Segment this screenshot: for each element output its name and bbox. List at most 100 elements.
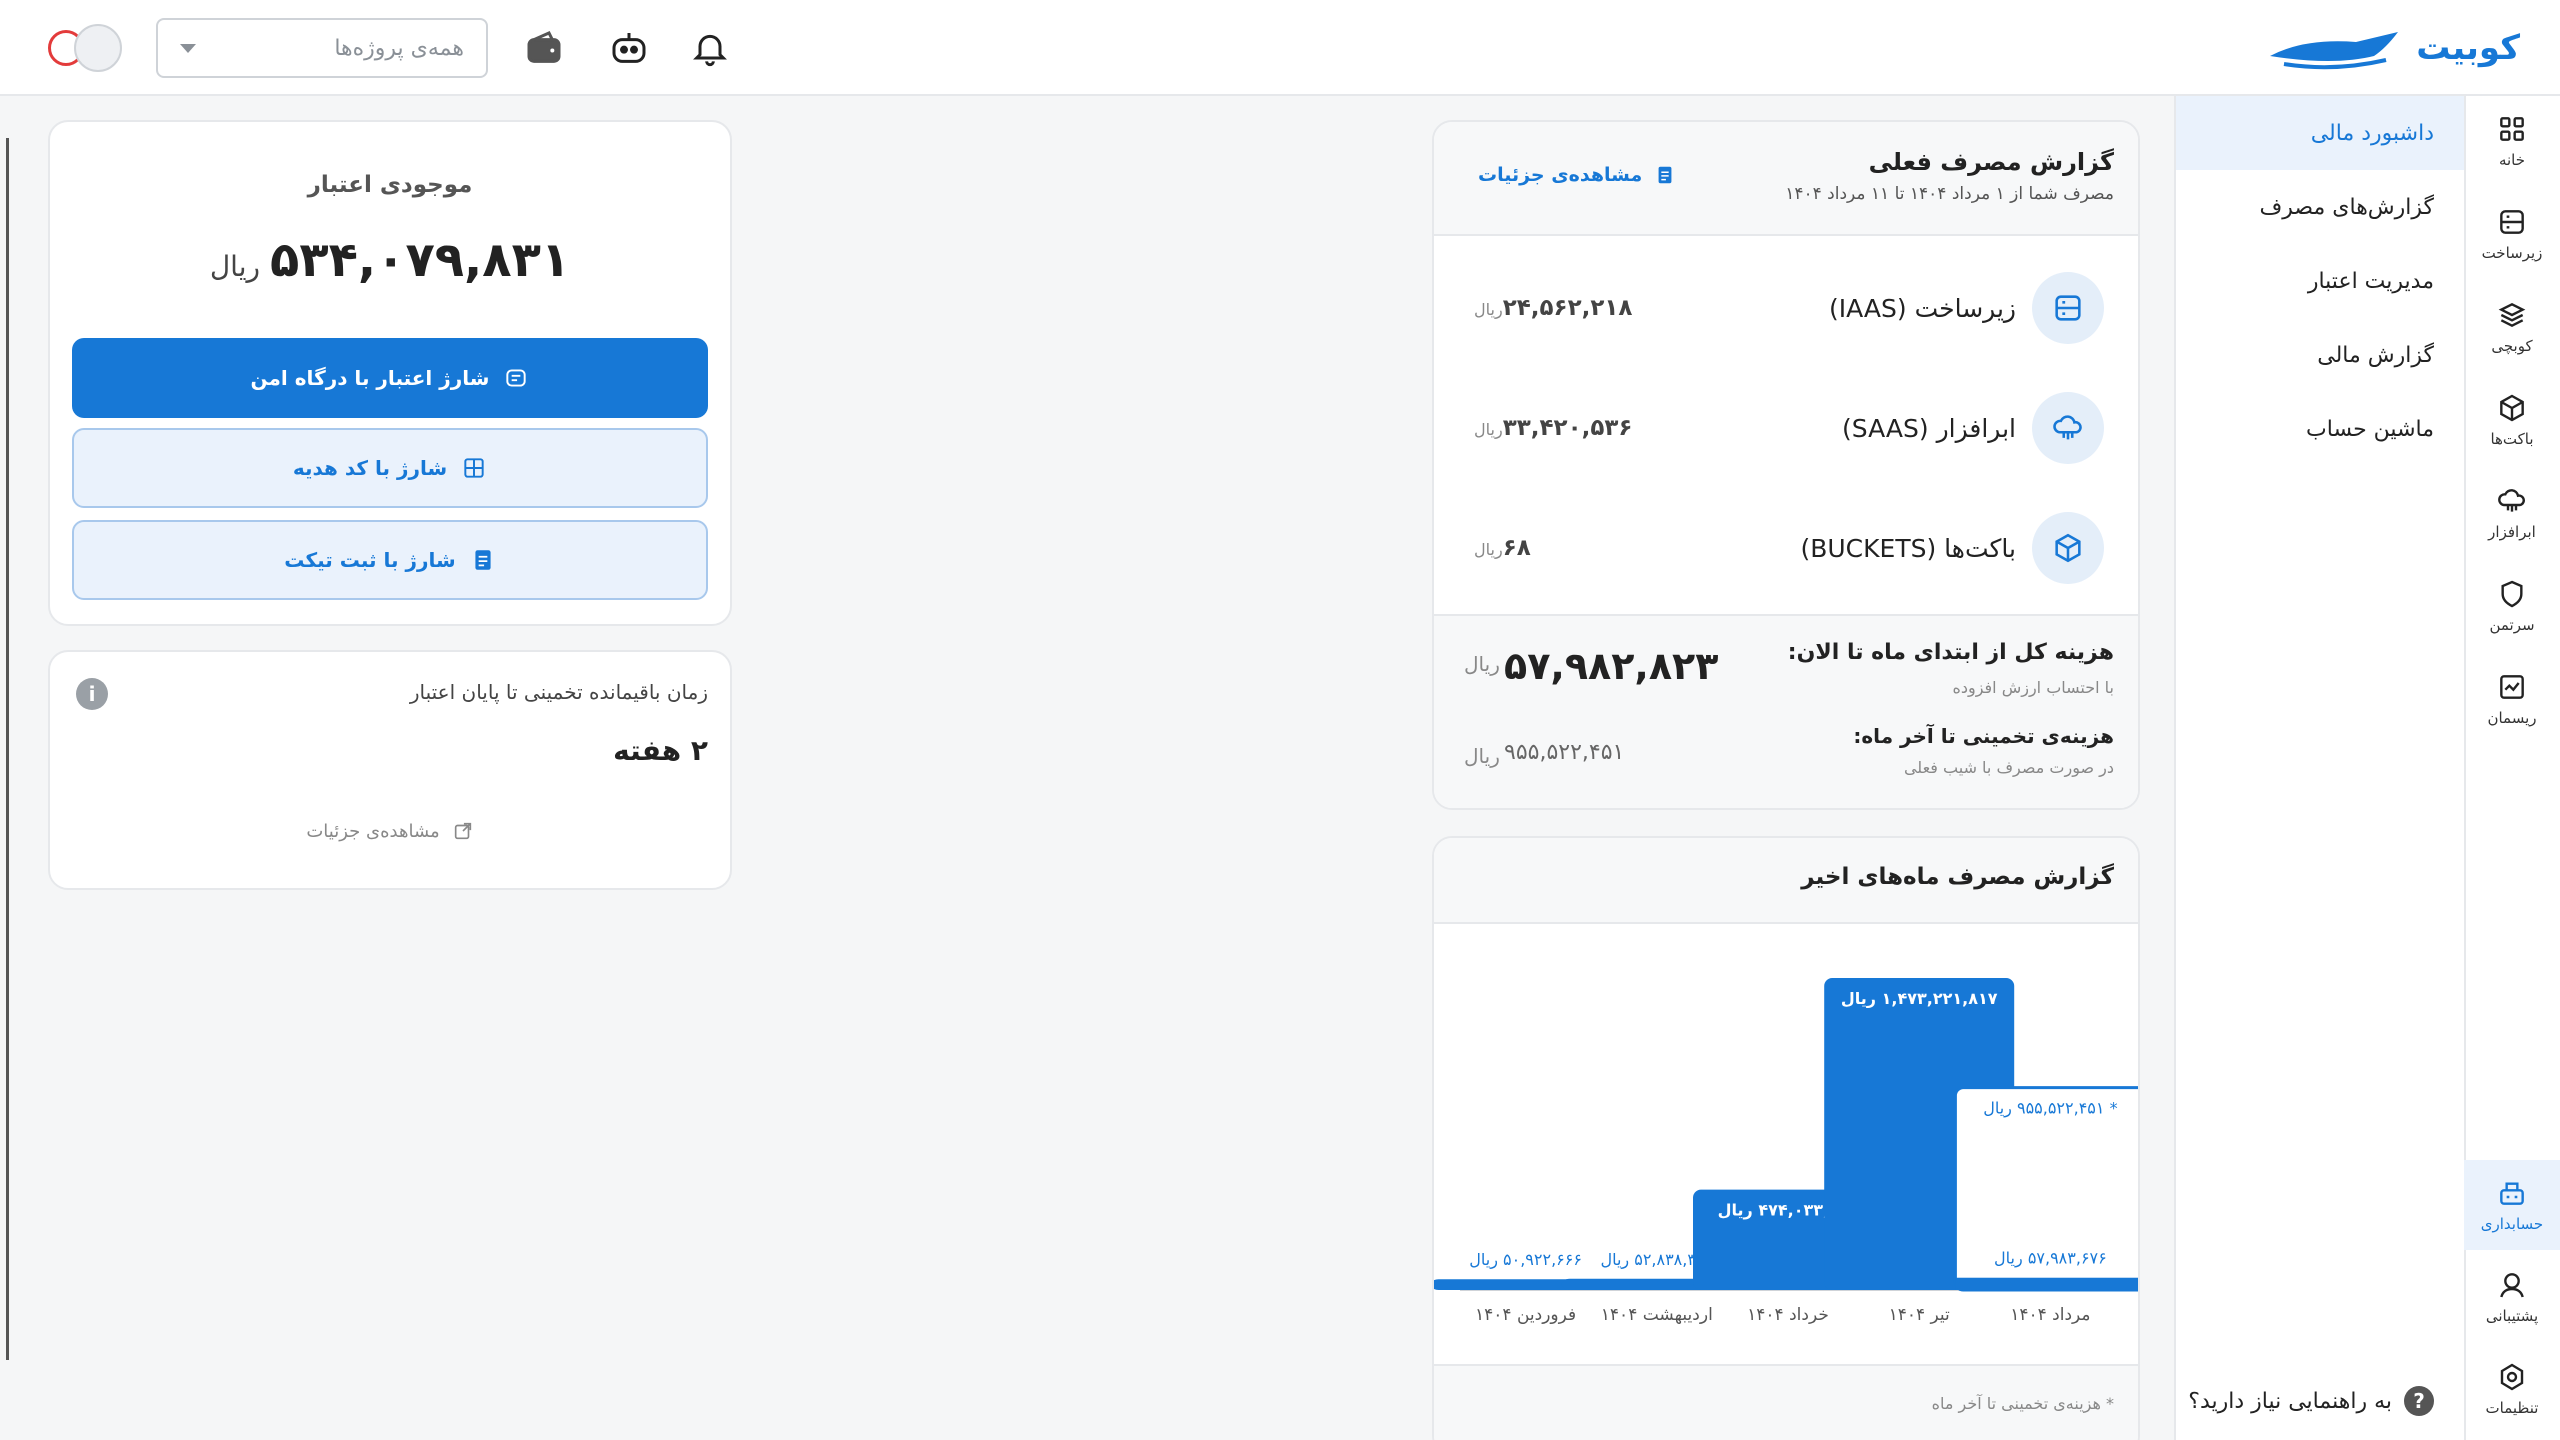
rail-item-home[interactable]: خانه — [2464, 96, 2560, 186]
brand-logo[interactable]: کوبیت — [2264, 22, 2520, 74]
estimated-cost-sub: در صورت مصرف با شیب فعلی — [1903, 758, 2114, 777]
rail-item-support[interactable]: پشتیبانی — [2464, 1252, 2560, 1342]
charge-gift-code-button[interactable]: شارژ با کد هدیه — [72, 428, 708, 508]
payment-icon — [506, 369, 527, 387]
usage-details-link[interactable]: مشاهده‌ی جزئیات — [1478, 164, 1676, 186]
credit-balance-amount: ۵۳۴,۰۷۹,۸۳۱ ریال — [50, 232, 730, 288]
estimated-cost-unit: ریال — [1464, 744, 1500, 768]
brand-name: کوبیت — [2416, 28, 2520, 68]
current-usage-subtitle: مصرف شما از ۱ مرداد ۱۴۰۴ تا ۱۱ مرداد ۱۴۰… — [1785, 184, 2114, 204]
sub-navigation: داشبورد مالی گزارش‌های مصرف مدیریت اعتبا… — [2174, 96, 2464, 1440]
info-icon[interactable]: i — [76, 678, 108, 710]
service-amount: ۲۴,۵۶۲,۲۱۸ — [1502, 295, 1633, 321]
icon-rail: خانه زیرساخت کوبچی باکت‌ها ابرافزار سرتم… — [2464, 96, 2560, 1440]
remaining-time-card: زمان باقیمانده تخمینی تا پایان اعتبار i … — [48, 650, 732, 890]
subnav-item-credit-management[interactable]: مدیریت اعتبار — [2176, 244, 2464, 318]
service-value: ۳۳,۴۲۰,۵۳۶ریال — [1464, 415, 1632, 441]
service-unit: ریال — [1474, 300, 1503, 319]
project-select-placeholder: همه‌ی پروژه‌ها — [334, 35, 464, 61]
rail-label: خانه — [2498, 151, 2526, 169]
layers-icon — [2498, 302, 2526, 328]
monthly-usage-card: گزارش مصرف ماه‌های اخیر ۵۰,۹۲۲,۶۶۶ ریال ف… — [1432, 836, 2140, 1440]
service-row-buckets[interactable]: باکت‌ها (BUCKETS) ۶۸ریال — [1464, 510, 2104, 586]
total-cost-sub: با احتساب ارزش افزوده — [1952, 678, 2114, 697]
current-usage-header: گزارش مصرف فعلی مصرف شما از ۱ مرداد ۱۴۰۴… — [1434, 122, 2138, 236]
remaining-time-label: زمان باقیمانده تخمینی تا پایان اعتبار — [409, 680, 708, 704]
server-icon — [2500, 210, 2524, 234]
project-select[interactable]: همه‌ی پروژه‌ها — [156, 18, 488, 78]
external-link-icon — [454, 822, 471, 840]
robot-icon[interactable] — [608, 28, 650, 68]
rail-item-settings[interactable]: تنظیمات — [2464, 1344, 2560, 1434]
service-amount: ۶۸ — [1502, 535, 1531, 561]
estimate-label: * ۹۵۵,۵۲۲,۴۵۱ ریال — [1983, 1099, 2117, 1119]
ship-logo-icon — [2270, 32, 2399, 70]
service-value: ۲۴,۵۶۲,۲۱۸ریال — [1464, 295, 1632, 321]
monthly-usage-chart: ۵۰,۹۲۲,۶۶۶ ریالفروردین ۱۴۰۴۵۲,۸۳۸,۳۳۲ ری… — [1434, 978, 2138, 1325]
category-label: خرداد ۱۴۰۴ — [1747, 1305, 1829, 1325]
cloud-icon — [2498, 489, 2525, 512]
rail-item-sertaman[interactable]: سرتمن — [2464, 561, 2560, 651]
avatar-icon — [74, 24, 122, 72]
help-label: به راهنمایی نیاز دارید؟ — [2188, 1388, 2392, 1414]
ticket-icon — [475, 550, 491, 570]
box-icon — [2032, 512, 2104, 584]
service-name: زیرساخت (IAAS) — [1828, 293, 2016, 323]
rail-item-risman[interactable]: ریسمان — [2464, 654, 2560, 744]
box-icon — [2500, 394, 2524, 422]
rail-label: سرتمن — [2489, 616, 2535, 634]
rail-label: ریسمان — [2487, 709, 2537, 727]
bar-value-label: ۱,۴۷۳,۲۲۱,۸۱۷ ریال — [1841, 989, 1998, 1008]
service-row-saas[interactable]: ابرافزار (SAAS) ۳۳,۴۲۰,۵۳۶ریال — [1464, 390, 2104, 466]
rail-label: تنظیمات — [2485, 1399, 2539, 1417]
wallet-icon[interactable] — [524, 28, 564, 68]
rail-label: باکت‌ها — [2490, 430, 2534, 448]
charge-ticket-button[interactable]: شارژ با ثبت تیکت — [72, 520, 708, 600]
subnav-item-calculator[interactable]: ماشین حساب — [2176, 392, 2464, 466]
charge-gateway-label: شارژ اعتبار با درگاه امن — [250, 366, 490, 390]
chart-icon — [2500, 675, 2524, 699]
rail-item-infrastructure[interactable]: زیرساخت — [2464, 189, 2560, 279]
server-icon — [2032, 272, 2104, 344]
chevron-down-icon — [180, 43, 196, 53]
bar-value-label: ۵۰,۹۲۲,۶۶۶ ریال — [1469, 1250, 1582, 1270]
rail-item-kubchi[interactable]: کوبچی — [2464, 282, 2560, 372]
subnav-item-financial-report[interactable]: گزارش مالی — [2176, 318, 2464, 392]
cloud-icon — [2032, 392, 2104, 464]
bar-value-label: ۵۷,۹۸۳,۶۷۶ ریال — [1994, 1249, 2107, 1269]
service-row-iaas[interactable]: زیرساخت (IAAS) ۲۴,۵۶۲,۲۱۸ریال — [1464, 270, 2104, 346]
service-name: باکت‌ها (BUCKETS) — [1800, 533, 2016, 563]
remaining-time-value: ۲ هفته — [613, 734, 708, 767]
usage-details-label: مشاهده‌ی جزئیات — [1478, 164, 1643, 186]
category-label: فروردین ۱۴۰۴ — [1475, 1305, 1576, 1325]
rail-label: کوبچی — [2491, 337, 2533, 355]
service-unit: ریال — [1474, 540, 1503, 559]
service-name: ابرافزار (SAAS) — [1842, 413, 2016, 443]
total-cost-value: ۵۷,۹۸۲,۸۲۳ — [1504, 644, 1719, 688]
charge-ticket-label: شارژ با ثبت تیکت — [284, 548, 456, 572]
category-label: مرداد ۱۴۰۴ — [2010, 1305, 2090, 1325]
charge-gateway-button[interactable]: شارژ اعتبار با درگاه امن — [72, 338, 708, 418]
settings-icon — [2500, 1363, 2524, 1391]
remaining-details-link[interactable]: مشاهده‌ی جزئیات — [50, 820, 730, 842]
grid-icon — [2500, 117, 2524, 141]
question-icon: ? — [2404, 1386, 2434, 1416]
rail-item-buckets[interactable]: باکت‌ها — [2464, 375, 2560, 465]
accounting-icon — [2500, 1182, 2524, 1205]
bell-icon[interactable] — [690, 28, 730, 68]
category-label: تیر ۱۴۰۴ — [1889, 1305, 1950, 1325]
subnav-item-usage-reports[interactable]: گزارش‌های مصرف — [2176, 170, 2464, 244]
credit-balance-unit: ریال — [209, 250, 261, 283]
total-cost-unit: ریال — [1464, 652, 1500, 676]
rail-item-saas[interactable]: ابرافزار — [2464, 468, 2560, 558]
category-label: اردیبهشت ۱۴۰۴ — [1601, 1305, 1713, 1325]
help-link[interactable]: ? به راهنمایی نیاز دارید؟ — [2188, 1386, 2434, 1416]
subnav-item-financial-dashboard[interactable]: داشبورد مالی — [2176, 96, 2464, 170]
current-usage-card: گزارش مصرف فعلی مصرف شما از ۱ مرداد ۱۴۰۴… — [1432, 120, 2140, 810]
service-amount: ۳۳,۴۲۰,۵۳۶ — [1502, 415, 1633, 441]
top-bar: کوبیت همه‌ی پروژه‌ها — [0, 0, 2560, 96]
rail-item-accounting[interactable]: حسابداری — [2464, 1160, 2560, 1250]
user-avatar[interactable] — [48, 24, 122, 72]
chart-footnote: * هزینه‌ی تخمینی تا آخر ماه — [1931, 1394, 2114, 1413]
scrollbar-track[interactable] — [6, 138, 9, 1360]
